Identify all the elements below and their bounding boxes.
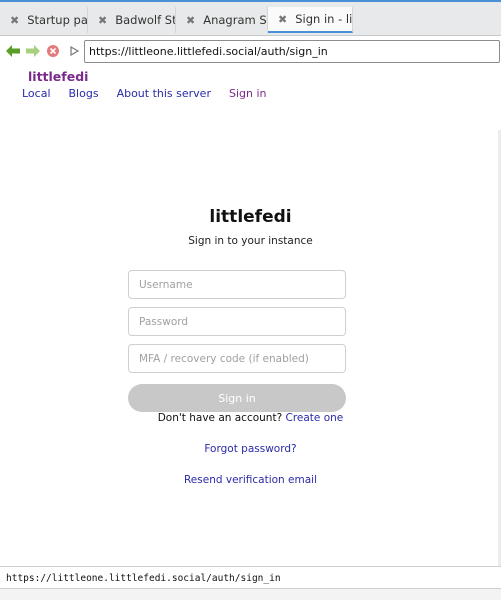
forward-arrow-icon[interactable] bbox=[25, 43, 41, 59]
nav-link-about[interactable]: About this server bbox=[117, 87, 211, 100]
nav-link-blogs[interactable]: Blogs bbox=[69, 87, 99, 100]
status-bar: https://littleone.littlefedi.social/auth… bbox=[0, 566, 501, 589]
page-content: littlefedi Local Blogs About this server… bbox=[0, 65, 501, 600]
stop-icon[interactable] bbox=[45, 43, 61, 59]
close-icon[interactable]: ✖ bbox=[278, 13, 287, 26]
register-prompt-text: Don't have an account? bbox=[157, 412, 283, 424]
site-brand[interactable]: littlefedi bbox=[28, 69, 88, 84]
close-icon[interactable]: ✖ bbox=[98, 14, 107, 27]
resend-verification-row: Resend verification email bbox=[0, 474, 501, 486]
back-arrow-icon[interactable] bbox=[5, 43, 21, 59]
page-title: littlefedi bbox=[209, 207, 292, 227]
sign-in-button[interactable]: Sign in bbox=[128, 384, 346, 412]
nav-link-sign-in[interactable]: Sign in bbox=[229, 87, 267, 100]
forgot-password-row: Forgot password? bbox=[0, 443, 501, 455]
close-icon[interactable]: ✖ bbox=[186, 14, 195, 27]
tab-label: Sign in - litt... bbox=[295, 12, 353, 26]
tab-sign-in[interactable]: ✖ Sign in - litt... bbox=[268, 7, 353, 33]
tab-label: Anagram S... bbox=[203, 13, 267, 27]
tab-bar: ✖ Startup page ✖ Badwolf St... ✖ Anagram… bbox=[0, 0, 501, 36]
tab-label: Startup page bbox=[27, 13, 88, 27]
tab-anagram[interactable]: ✖ Anagram S... bbox=[176, 7, 268, 33]
site-nav: Local Blogs About this server Sign in bbox=[22, 87, 285, 100]
close-icon[interactable]: ✖ bbox=[10, 14, 19, 27]
create-account-link[interactable]: Create one bbox=[286, 412, 344, 424]
tab-startup-page[interactable]: ✖ Startup page bbox=[0, 7, 88, 33]
resend-verification-link[interactable]: Resend verification email bbox=[184, 474, 317, 486]
tab-badwolf[interactable]: ✖ Badwolf St... bbox=[88, 7, 176, 33]
forgot-password-link[interactable]: Forgot password? bbox=[204, 443, 296, 455]
go-play-icon[interactable] bbox=[66, 43, 82, 59]
window-bottom-edge bbox=[0, 589, 501, 600]
address-bar[interactable]: https://littleone.littlefedi.social/auth… bbox=[84, 40, 500, 63]
register-prompt: Don't have an account? Create one bbox=[0, 412, 501, 424]
username-field[interactable]: Username bbox=[128, 270, 346, 299]
tab-label: Badwolf St... bbox=[115, 13, 176, 27]
signin-header: littlefedi Sign in to your instance bbox=[0, 205, 501, 249]
password-field[interactable]: Password bbox=[128, 307, 346, 336]
mfa-code-field[interactable]: MFA / recovery code (if enabled) bbox=[128, 344, 346, 373]
nav-link-local[interactable]: Local bbox=[22, 87, 51, 100]
browser-toolbar: https://littleone.littlefedi.social/auth… bbox=[0, 37, 501, 65]
page-subtitle: Sign in to your instance bbox=[188, 235, 313, 247]
